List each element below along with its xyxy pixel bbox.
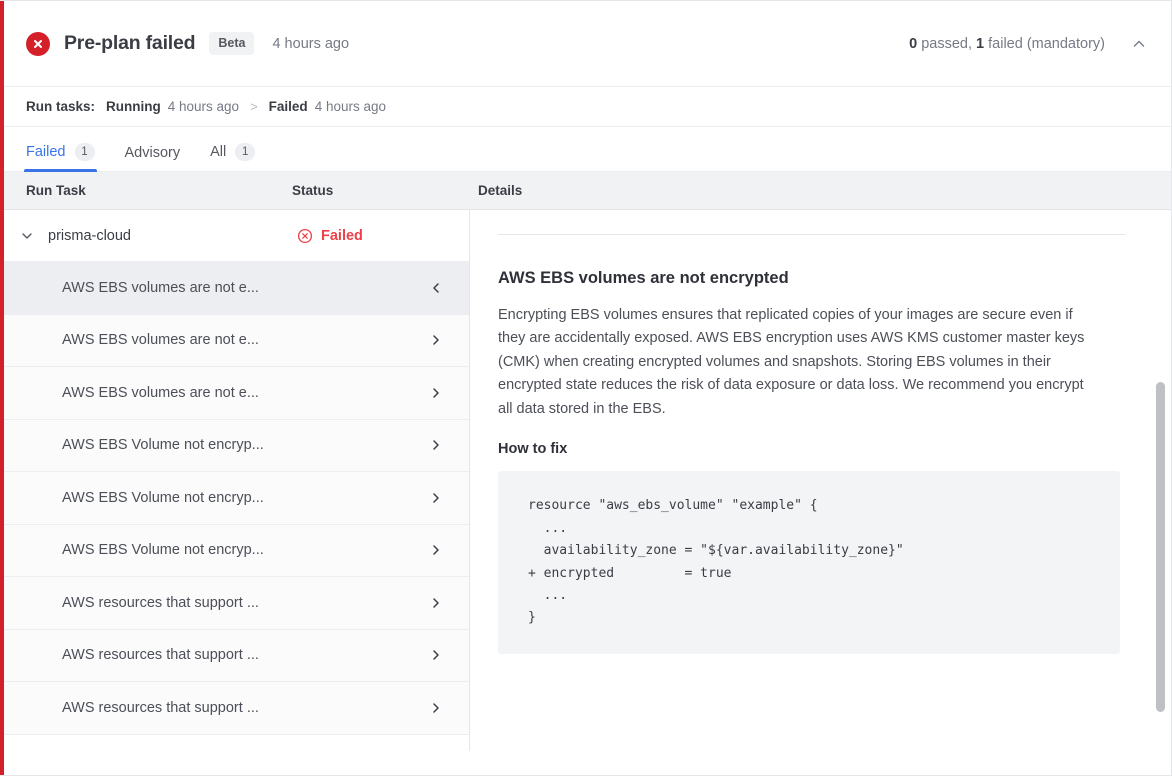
beta-badge: Beta (209, 32, 254, 55)
details-scrollbar-thumb[interactable] (1156, 382, 1165, 712)
chevron-up-icon[interactable] (1131, 36, 1147, 52)
chevron-right-icon[interactable] (429, 491, 449, 505)
run-task-result-card: Pre-plan failed Beta 4 hours ago 0 passe… (0, 0, 1172, 776)
breadcrumb-step2-state: Failed (269, 99, 308, 114)
table-header: Run Task Status Details (0, 172, 1171, 210)
card-body: prisma-cloud Failed AWS EBS volumes are … (0, 210, 1171, 751)
breadcrumb-step1-state: Running (106, 99, 161, 114)
chevron-right-icon[interactable] (429, 543, 449, 557)
list-item-label: AWS EBS Volume not encryp... (62, 542, 429, 558)
failed-count: 1 (976, 36, 984, 52)
list-item-label: AWS EBS Volume not encryp... (62, 490, 429, 506)
list-item[interactable]: AWS EBS volumes are not e... (0, 315, 469, 368)
how-to-fix-heading: How to fix (498, 441, 1125, 457)
tab-advisory[interactable]: Advisory (125, 145, 181, 171)
details-divider (498, 234, 1125, 235)
circle-x-outline-icon (297, 228, 313, 244)
column-header-run-task: Run Task (0, 183, 292, 198)
details-content: AWS EBS volumes are not encrypted Encryp… (498, 210, 1125, 654)
list-item-label: AWS resources that support ... (62, 647, 429, 663)
chevron-right-icon[interactable] (429, 333, 449, 347)
list-item[interactable]: AWS EBS Volume not encryp... (0, 525, 469, 578)
list-item[interactable]: AWS EBS volumes are not e... (0, 262, 469, 315)
tab-all-count: 1 (235, 143, 255, 161)
list-item[interactable]: AWS EBS Volume not encryp... (0, 420, 469, 473)
list-item[interactable]: AWS resources that support ... (0, 577, 469, 630)
details-panel: AWS EBS volumes are not encrypted Encryp… (470, 210, 1171, 751)
chevron-right-icon[interactable] (429, 596, 449, 610)
column-header-status: Status (292, 183, 464, 198)
list-item[interactable]: AWS EBS volumes are not e... (0, 367, 469, 420)
details-scrollbar[interactable] (1156, 210, 1165, 751)
status-label: Failed (321, 228, 363, 244)
chevron-right-icon[interactable] (429, 701, 449, 715)
chevron-right-icon[interactable] (429, 648, 449, 662)
failed-label: failed (mandatory) (984, 36, 1105, 52)
status-badge: Failed (297, 228, 469, 244)
tab-failed-count: 1 (75, 143, 95, 161)
list-item[interactable]: AWS resources that support ... (0, 682, 469, 735)
header-right-group: 0 passed, 1 failed (mandatory) (909, 36, 1147, 52)
tabs: Failed 1 Advisory All 1 (0, 127, 1171, 172)
list-item-label: AWS resources that support ... (62, 595, 429, 611)
tab-advisory-label: Advisory (125, 145, 181, 161)
details-title: AWS EBS volumes are not encrypted (498, 269, 1125, 288)
breadcrumb: Run tasks: Running 4 hours ago > Failed … (0, 87, 1171, 127)
page-title: Pre-plan failed (64, 32, 195, 55)
tab-failed[interactable]: Failed 1 (26, 143, 95, 171)
chevron-left-icon[interactable] (429, 281, 449, 295)
breadcrumb-step2-time: 4 hours ago (315, 99, 386, 114)
chevron-down-icon[interactable] (0, 229, 48, 243)
tab-all[interactable]: All 1 (210, 143, 255, 171)
column-header-details: Details (464, 183, 1171, 198)
chevron-right-icon[interactable] (429, 386, 449, 400)
chevron-right-icon[interactable] (429, 438, 449, 452)
list-item-label: AWS EBS volumes are not e... (62, 280, 429, 296)
list-item[interactable]: AWS EBS Volume not encryp... (0, 472, 469, 525)
list-item-label: AWS EBS Volume not encryp... (62, 437, 429, 453)
passed-count: 0 (909, 36, 917, 52)
circle-x-filled-icon (26, 32, 50, 56)
breadcrumb-separator: > (250, 99, 258, 114)
tab-all-label: All (210, 144, 226, 160)
card-header: Pre-plan failed Beta 4 hours ago 0 passe… (0, 1, 1171, 87)
list-item[interactable]: AWS resources that support ... (0, 630, 469, 683)
status-accent-bar (0, 1, 4, 776)
fix-code-block: resource "aws_ebs_volume" "example" { ..… (498, 471, 1120, 653)
list-item-label: AWS resources that support ... (62, 700, 429, 716)
task-group-row[interactable]: prisma-cloud Failed (0, 210, 469, 262)
breadcrumb-label: Run tasks: (26, 99, 95, 114)
list-item-label: AWS EBS volumes are not e... (62, 332, 429, 348)
passed-label: passed, (917, 36, 976, 52)
details-description: Encrypting EBS volumes ensures that repl… (498, 304, 1098, 421)
task-group-name: prisma-cloud (48, 228, 297, 244)
result-counts: 0 passed, 1 failed (mandatory) (909, 36, 1105, 52)
breadcrumb-step1-time: 4 hours ago (168, 99, 239, 114)
list-item-label: AWS EBS volumes are not e... (62, 385, 429, 401)
header-left-group: Pre-plan failed Beta 4 hours ago (26, 32, 909, 56)
run-task-list: prisma-cloud Failed AWS EBS volumes are … (0, 210, 470, 751)
header-timestamp: 4 hours ago (272, 36, 349, 52)
tab-failed-label: Failed (26, 144, 66, 160)
